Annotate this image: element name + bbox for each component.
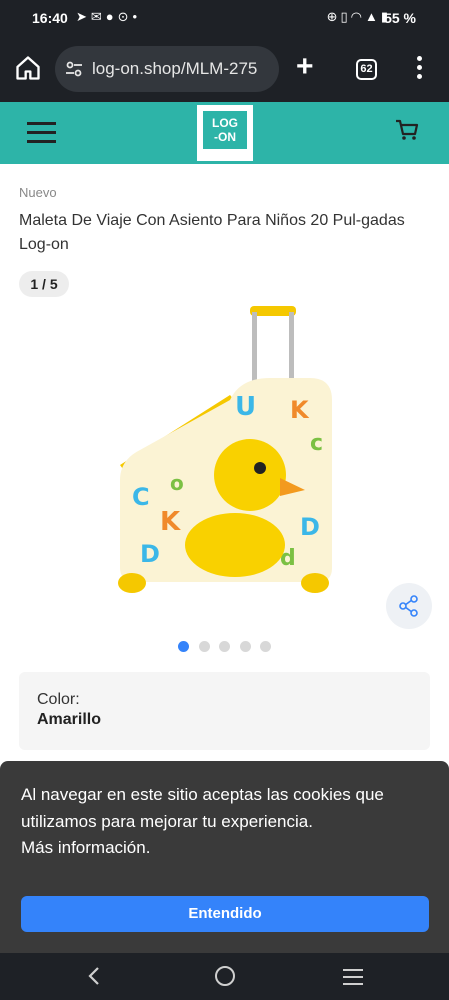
browser-toolbar: log-on.shop/MLM-275 + 62 [0,36,449,102]
more-info-link[interactable]: Más información. [21,835,431,862]
product-title: Maleta De Viaje Con Asiento Para Niños 2… [19,212,405,253]
address-bar[interactable]: log-on.shop/MLM-275 [55,46,279,92]
color-value: Amarillo [37,711,102,728]
color-label: Color: [37,691,80,708]
status-bar: 16:40 ➤✉●⊙• ⊕▯◠▲▮ 55 % [0,0,449,36]
accept-cookies-button[interactable]: Entendido [21,896,429,932]
svg-text:D: D [300,513,320,541]
site-header: LOG -ON [0,102,449,164]
svg-text:c: c [310,431,323,456]
svg-text:C: C [132,483,150,511]
home-icon[interactable] [14,54,42,82]
color-selector[interactable]: Color: Amarillo [19,672,430,750]
svg-text:o: o [170,471,184,495]
svg-text:U: U [235,392,256,422]
site-logo[interactable]: LOG -ON [197,105,253,161]
share-button[interactable] [386,583,432,629]
image-counter: 1 / 5 [19,271,69,297]
tune-icon[interactable] [64,59,84,79]
logo-mark: LOG -ON [203,111,247,149]
cookie-message: Al navegar en este sitio aceptas las coo… [21,782,431,862]
svg-text:K: K [290,396,310,424]
cart-icon[interactable] [394,117,420,143]
product-condition: Nuevo [19,185,57,200]
carousel-dot[interactable] [260,641,271,652]
more-vert-icon[interactable] [417,56,425,83]
carousel-dot[interactable] [219,641,230,652]
recents-icon[interactable] [343,969,363,990]
back-icon[interactable] [86,965,102,987]
home-nav-icon[interactable] [215,966,235,986]
status-time: 16:40 [32,10,68,26]
battery-level: 55 % [384,10,416,26]
svg-text:K: K [160,507,181,537]
product-image[interactable]: U K c C K D D d o [100,300,350,610]
plus-icon[interactable]: + [296,52,314,82]
system-icons: ⊕▯◠▲▮ [326,9,391,24]
hamburger-icon[interactable] [27,122,56,144]
system-nav-bar [0,953,449,1000]
cookie-banner: Al navegar en este sitio aceptas las coo… [0,761,449,953]
tabs-icon[interactable]: 62 [356,59,377,80]
notification-icons: ➤✉●⊙• [76,9,142,24]
svg-text:D: D [140,540,160,568]
carousel-dot[interactable] [239,641,251,652]
carousel-dot[interactable] [178,641,189,652]
carousel-dot[interactable] [198,641,210,652]
url-text: log-on.shop/MLM-275 [92,59,258,78]
share-icon [399,595,418,617]
